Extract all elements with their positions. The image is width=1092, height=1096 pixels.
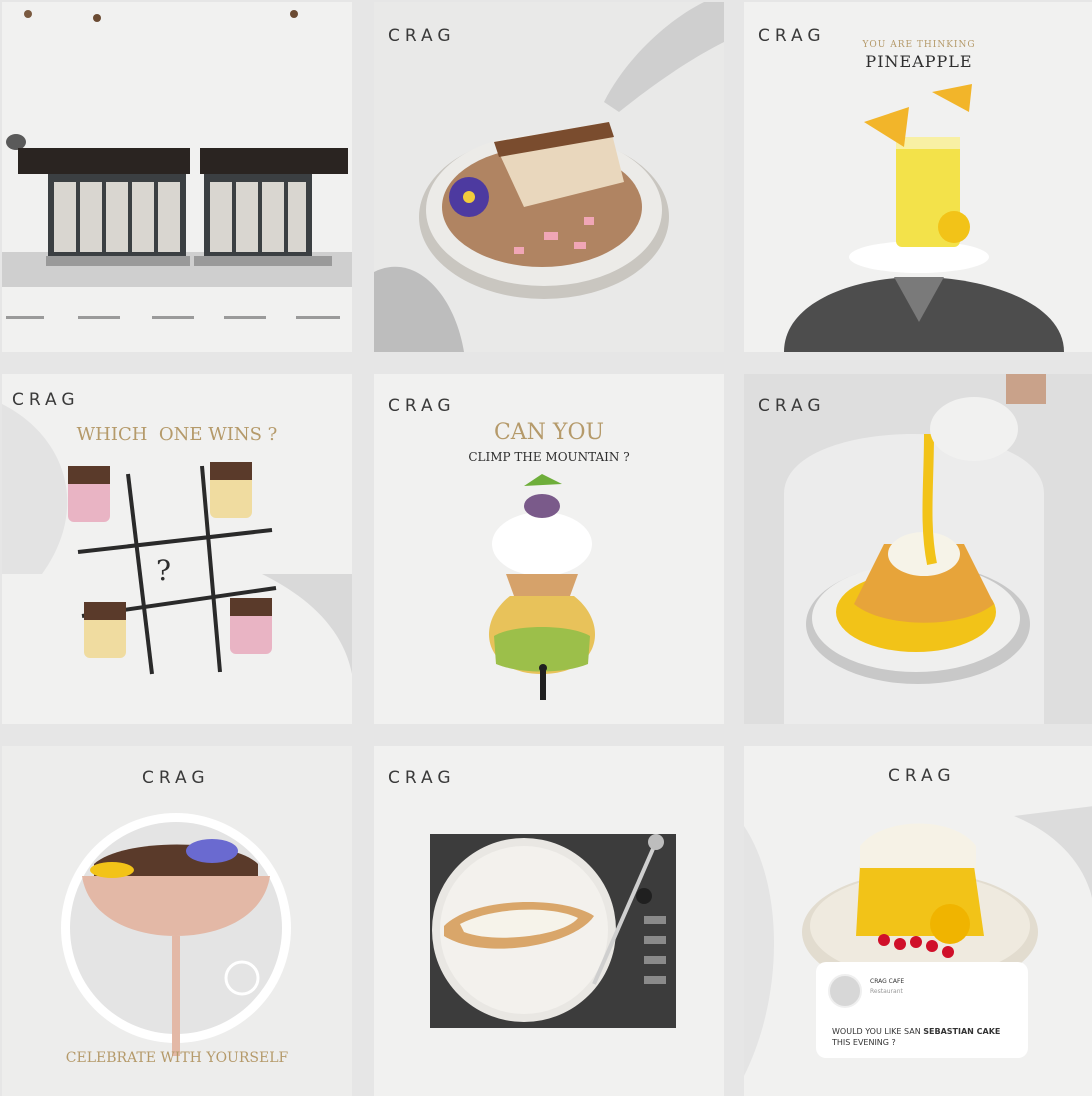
- brand-logo: CRAG: [758, 396, 826, 416]
- card-sub: Restaurant: [870, 988, 903, 995]
- headline: WHICH ONE WINS ?: [76, 424, 278, 445]
- card-message-part-1: WOULD YOU LIKE SAN: [832, 1027, 924, 1036]
- tile-mountain[interactable]: CRAG CAN YOU CLIMP THE MOUNTAIN ?: [374, 374, 724, 724]
- tile-sebastian[interactable]: CRAG CRAG CAFE Restaurant WOULD YOU LIKE…: [744, 746, 1092, 1096]
- tile-tictactoe[interactable]: CRAG WHICH ONE WINS ? ?: [2, 374, 352, 724]
- celebrate-illustration: [2, 746, 352, 1096]
- tiramisu-illustration: [374, 2, 724, 352]
- brand-logo: CRAG: [12, 390, 80, 410]
- card-message-part-2: THIS EVENING ?: [832, 1038, 896, 1047]
- kicker-text: YOU ARE THINKING: [862, 40, 976, 50]
- tile-celebrate[interactable]: CRAG CELEBRATE WITH YOURSELF: [2, 746, 352, 1096]
- caption: CELEBRATE WITH YOURSELF: [65, 1050, 289, 1066]
- brand-logo: CRAG: [388, 768, 456, 788]
- card-message-bold: SEBASTIAN CAKE: [923, 1027, 1001, 1036]
- storefront-illustration: [2, 2, 352, 352]
- card-name: CRAG CAFE: [870, 978, 905, 985]
- tile-pour[interactable]: CRAG: [744, 374, 1092, 724]
- brand-logo: CRAG: [388, 26, 456, 46]
- tile-storefront[interactable]: [2, 2, 352, 352]
- subheadline: CLIMP THE MOUNTAIN ?: [468, 450, 630, 464]
- card-avatar: [828, 974, 862, 1008]
- turntable-illustration: [374, 746, 724, 1096]
- brand-logo: CRAG: [142, 768, 210, 788]
- headline: CAN YOU: [493, 420, 605, 445]
- headline: PINEAPPLE: [865, 52, 973, 71]
- tile-tiramisu[interactable]: CRAG: [374, 2, 724, 352]
- card-message: WOULD YOU LIKE SAN SEBASTIAN CAKE THIS E…: [832, 1026, 1000, 1048]
- brand-logo: CRAG: [388, 396, 456, 416]
- pour-illustration: [744, 374, 1092, 724]
- message-card[interactable]: CRAG CAFE Restaurant WOULD YOU LIKE SAN …: [816, 962, 1028, 1058]
- tile-turntable[interactable]: CRAG: [374, 746, 724, 1096]
- brand-logo: CRAG: [888, 766, 956, 786]
- image-grid: CRAG CRAG YOU ARE THINKING PINEAPPLE CRA…: [0, 0, 1092, 1096]
- tile-pineapple[interactable]: CRAG YOU ARE THINKING PINEAPPLE: [744, 2, 1092, 352]
- question-mark: ?: [156, 554, 172, 587]
